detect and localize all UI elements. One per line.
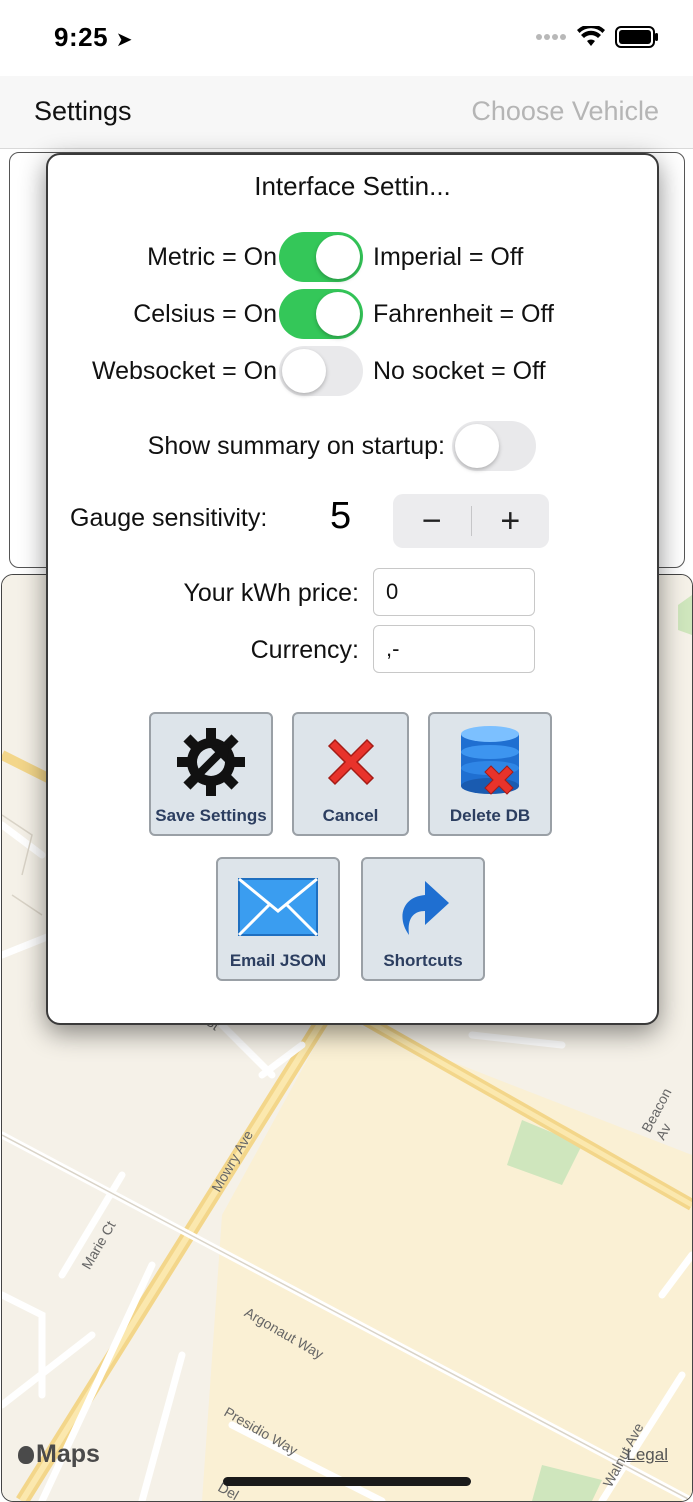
database-delete-icon xyxy=(461,726,519,795)
cellular-signal-icon xyxy=(536,34,566,40)
battery-icon xyxy=(615,26,658,48)
gauge-stepper: − + xyxy=(393,494,549,548)
shortcuts-button[interactable]: Shortcuts xyxy=(361,857,485,981)
apple-logo-icon xyxy=(18,1445,34,1464)
envelope-icon xyxy=(237,877,319,937)
no-socket-label: No socket = Off xyxy=(373,357,546,385)
stepper-plus-button[interactable]: + xyxy=(472,494,550,548)
navigation-bar: Settings Choose Vehicle xyxy=(0,76,693,149)
summary-switch[interactable] xyxy=(452,421,536,471)
summary-label: Show summary on startup: xyxy=(147,432,445,460)
maps-logo: Maps xyxy=(18,1440,100,1469)
websocket-label: Websocket = On xyxy=(91,357,277,385)
gauge-label: Gauge sensitivity: xyxy=(70,504,268,532)
fahrenheit-label: Fahrenheit = Off xyxy=(373,300,554,328)
status-icons xyxy=(535,26,659,48)
dialog-title: Interface Settin... xyxy=(254,171,451,201)
currency-label: Currency: xyxy=(250,636,359,664)
save-settings-button[interactable]: Save Settings xyxy=(149,712,273,836)
metric-imperial-switch[interactable] xyxy=(279,232,363,282)
location-arrow-icon: ➤ xyxy=(115,29,134,51)
websocket-switch[interactable] xyxy=(279,346,363,396)
red-x-icon xyxy=(327,738,374,786)
delete-db-button[interactable]: Delete DB xyxy=(428,712,552,836)
settings-nav-button[interactable]: Settings xyxy=(34,96,132,127)
share-arrow-icon xyxy=(402,881,449,935)
kwh-price-label: Your kWh price: xyxy=(183,579,359,607)
gauge-value: 5 xyxy=(330,495,352,537)
celsius-fahrenheit-switch[interactable] xyxy=(279,289,363,339)
cancel-button[interactable]: Cancel xyxy=(292,712,409,836)
wifi-icon xyxy=(577,26,605,46)
home-indicator xyxy=(223,1477,471,1486)
choose-vehicle-button[interactable]: Choose Vehicle xyxy=(471,96,659,127)
metric-label: Metric = On xyxy=(147,243,277,271)
gear-arrow-icon xyxy=(177,728,245,796)
interface-settings-dialog: Interface Settin... Metric = On Imperial… xyxy=(46,153,659,1025)
imperial-label: Imperial = Off xyxy=(373,243,524,271)
email-json-button[interactable]: Email JSON xyxy=(216,857,340,981)
status-time: 9:25 ➤ xyxy=(54,22,134,52)
kwh-price-input[interactable]: 0 xyxy=(373,568,535,616)
celsius-label: Celsius = On xyxy=(133,300,277,328)
legal-link[interactable]: Legal xyxy=(626,1445,668,1465)
stepper-minus-button[interactable]: − xyxy=(393,494,471,548)
currency-input[interactable]: ,- xyxy=(373,625,535,673)
